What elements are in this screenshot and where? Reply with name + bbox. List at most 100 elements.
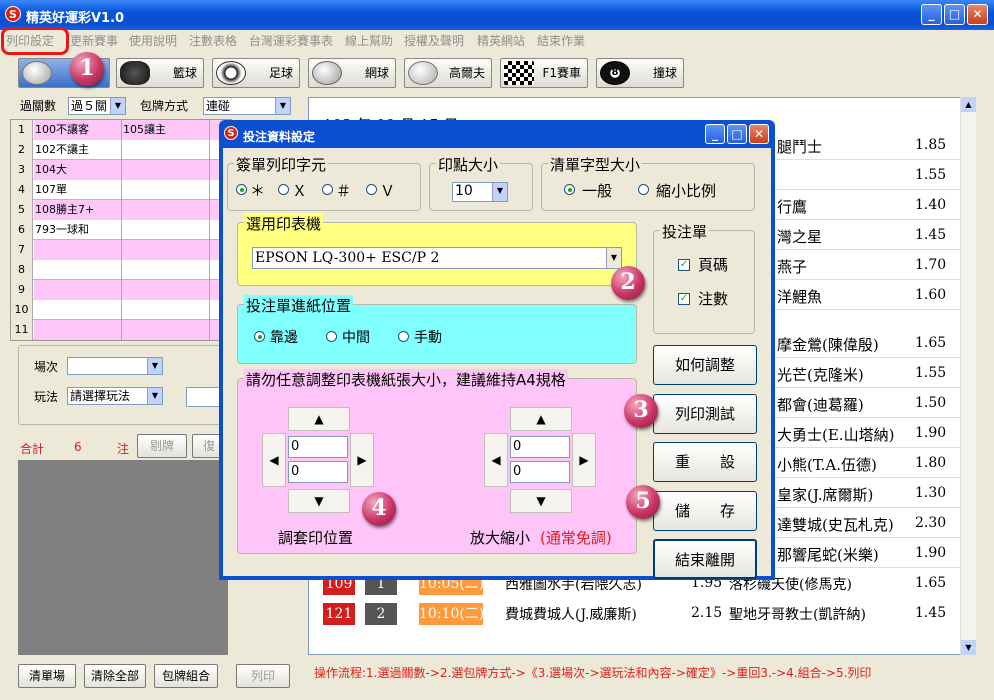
dot-size-select[interactable]: 10 ▼ bbox=[452, 182, 508, 202]
font-radio-normal[interactable] bbox=[564, 184, 575, 195]
grid-cell[interactable] bbox=[122, 140, 210, 160]
table-row[interactable]: 3 104大 bbox=[11, 160, 233, 180]
table-row[interactable]: 5 108勝主7+ bbox=[11, 200, 233, 220]
sport-golf-button[interactable]: 高爾夫 bbox=[404, 58, 492, 88]
step-marker: 5 bbox=[626, 485, 660, 519]
save-button[interactable]: 儲 存 bbox=[653, 491, 757, 531]
move-left-button[interactable]: ◀ bbox=[262, 433, 286, 487]
print-button[interactable]: 列印 bbox=[236, 664, 290, 688]
scale-x-input[interactable]: 0 bbox=[510, 436, 570, 458]
sport-soccer-button[interactable]: 足球 bbox=[212, 58, 300, 88]
table-row[interactable]: 9 bbox=[11, 280, 233, 300]
sport-f1-button[interactable]: F1賽車 bbox=[500, 58, 588, 88]
char-radio-hash[interactable] bbox=[322, 184, 333, 195]
remove-button[interactable]: 剔牌 bbox=[137, 434, 187, 458]
char-radio-x[interactable] bbox=[278, 184, 289, 195]
odds-value: 1.55 bbox=[915, 167, 947, 183]
maximize-icon[interactable]: □ bbox=[944, 4, 965, 25]
grid-cell[interactable] bbox=[34, 240, 122, 260]
table-row[interactable]: 6 793一球和 bbox=[11, 220, 233, 240]
scale-y-input[interactable]: 0 bbox=[510, 461, 570, 483]
grid-cell[interactable] bbox=[122, 160, 210, 180]
table-row[interactable]: 10 bbox=[11, 300, 233, 320]
table-row[interactable]: 8 bbox=[11, 260, 233, 280]
grid-cell[interactable] bbox=[122, 240, 210, 260]
print-test-button[interactable]: 列印測試 bbox=[653, 394, 757, 434]
minimize-icon[interactable]: _ bbox=[705, 124, 725, 144]
sport-billiards-button[interactable]: 8 撞球 bbox=[596, 58, 684, 88]
offset-x-input[interactable]: 0 bbox=[288, 436, 348, 458]
table-row[interactable]: 4 107單 bbox=[11, 180, 233, 200]
pack-combine-button[interactable]: 包牌組合 bbox=[154, 664, 218, 688]
grid-cell[interactable] bbox=[34, 300, 122, 320]
grid-cell[interactable] bbox=[122, 200, 210, 220]
close-dialog-button[interactable]: 結束離開 bbox=[653, 539, 757, 579]
home-team[interactable]: 費城費城人(J.威廉斯) bbox=[505, 604, 637, 624]
move-right-button[interactable]: ▶ bbox=[350, 433, 374, 487]
feed-radio-manual[interactable] bbox=[398, 331, 409, 342]
scroll-up-icon[interactable]: ▲ bbox=[961, 97, 976, 112]
grid-cell[interactable] bbox=[122, 280, 210, 300]
grid-cell[interactable]: 107單 bbox=[34, 180, 122, 200]
grid-cell[interactable] bbox=[34, 280, 122, 300]
sport-tennis-button[interactable]: 網球 bbox=[308, 58, 396, 88]
vertical-scrollbar[interactable]: ▲ ▼ bbox=[960, 97, 976, 655]
clear-all-button[interactable]: 清除全部 bbox=[84, 664, 146, 688]
grid-cell[interactable]: 108勝主7+ bbox=[34, 200, 122, 220]
grid-cell[interactable] bbox=[34, 320, 122, 340]
away-team[interactable]: 聖地牙哥教士(凱許納) bbox=[729, 604, 866, 624]
grid-cell[interactable] bbox=[122, 260, 210, 280]
close-icon[interactable]: ✕ bbox=[967, 4, 988, 25]
feed-radio-center[interactable] bbox=[326, 331, 337, 342]
table-row[interactable]: 2 102不讓主 bbox=[11, 140, 233, 160]
reset-button[interactable]: 重 設 bbox=[653, 442, 757, 482]
char-radio-v[interactable] bbox=[366, 184, 377, 195]
scale-left-button[interactable]: ◀ bbox=[484, 433, 508, 487]
menu-schedule[interactable]: 台灣運彩賽事表 bbox=[249, 32, 333, 49]
page-number-checkbox[interactable]: ✓ bbox=[678, 259, 690, 271]
grid-cell[interactable] bbox=[122, 180, 210, 200]
grid-cell[interactable]: 100不讓客 bbox=[34, 120, 122, 140]
pack-method-select[interactable]: 連碰 ▼ bbox=[203, 97, 291, 115]
clear-match-button[interactable]: 清單場 bbox=[18, 664, 76, 688]
grid-cell[interactable]: 102不讓主 bbox=[34, 140, 122, 160]
close-icon[interactable]: ✕ bbox=[749, 124, 769, 144]
move-up-button[interactable]: ▲ bbox=[288, 407, 350, 431]
scale-up-button[interactable]: ▲ bbox=[510, 407, 572, 431]
offset-y-input[interactable]: 0 bbox=[288, 461, 348, 483]
scroll-down-icon[interactable]: ▼ bbox=[961, 640, 976, 655]
menu-exit[interactable]: 結束作業 bbox=[537, 32, 585, 49]
table-row[interactable]: 7 bbox=[11, 240, 233, 260]
menu-bet-table[interactable]: 注數表格 bbox=[189, 32, 237, 49]
pass-count-select[interactable]: 過５關 ▼ bbox=[68, 97, 126, 115]
minimize-icon[interactable]: _ bbox=[921, 4, 942, 25]
grid-cell[interactable] bbox=[122, 300, 210, 320]
menu-help-guide[interactable]: 使用說明 bbox=[129, 32, 177, 49]
menu-website[interactable]: 精英網站 bbox=[477, 32, 525, 49]
feed-radio-edge[interactable] bbox=[254, 331, 265, 342]
match-select[interactable]: ▼ bbox=[67, 357, 163, 375]
grid-cell[interactable]: 104大 bbox=[34, 160, 122, 180]
how-to-adjust-button[interactable]: 如何調整 bbox=[653, 345, 757, 385]
scale-right-button[interactable]: ▶ bbox=[572, 433, 596, 487]
grid-cell[interactable] bbox=[122, 320, 210, 340]
maximize-icon[interactable]: □ bbox=[727, 124, 747, 144]
row-number: 10 bbox=[11, 300, 33, 320]
menu-update[interactable]: 更新賽事 bbox=[70, 32, 118, 49]
grid-cell[interactable]: 793一球和 bbox=[34, 220, 122, 240]
move-down-button[interactable]: ▼ bbox=[288, 489, 350, 513]
bet-count-checkbox[interactable]: ✓ bbox=[678, 293, 690, 305]
font-radio-small[interactable] bbox=[638, 184, 649, 195]
table-row[interactable]: 1 100不讓客 105讓主 bbox=[11, 120, 233, 140]
play-select[interactable]: 請選擇玩法 ▼ bbox=[67, 387, 163, 405]
table-row[interactable]: 11 bbox=[11, 320, 233, 340]
char-radio-star[interactable] bbox=[236, 184, 247, 195]
scale-down-button[interactable]: ▼ bbox=[510, 489, 572, 513]
grid-cell[interactable] bbox=[122, 220, 210, 240]
menu-online-help[interactable]: 線上幫助 bbox=[345, 32, 393, 49]
sport-basketball-button[interactable]: 籃球 bbox=[116, 58, 204, 88]
printer-select[interactable]: EPSON LQ-300+ ESC/P 2 ▼ bbox=[252, 247, 622, 269]
grid-cell[interactable]: 105讓主 bbox=[122, 120, 210, 140]
grid-cell[interactable] bbox=[34, 260, 122, 280]
menu-license[interactable]: 授權及聲明 bbox=[404, 32, 464, 49]
